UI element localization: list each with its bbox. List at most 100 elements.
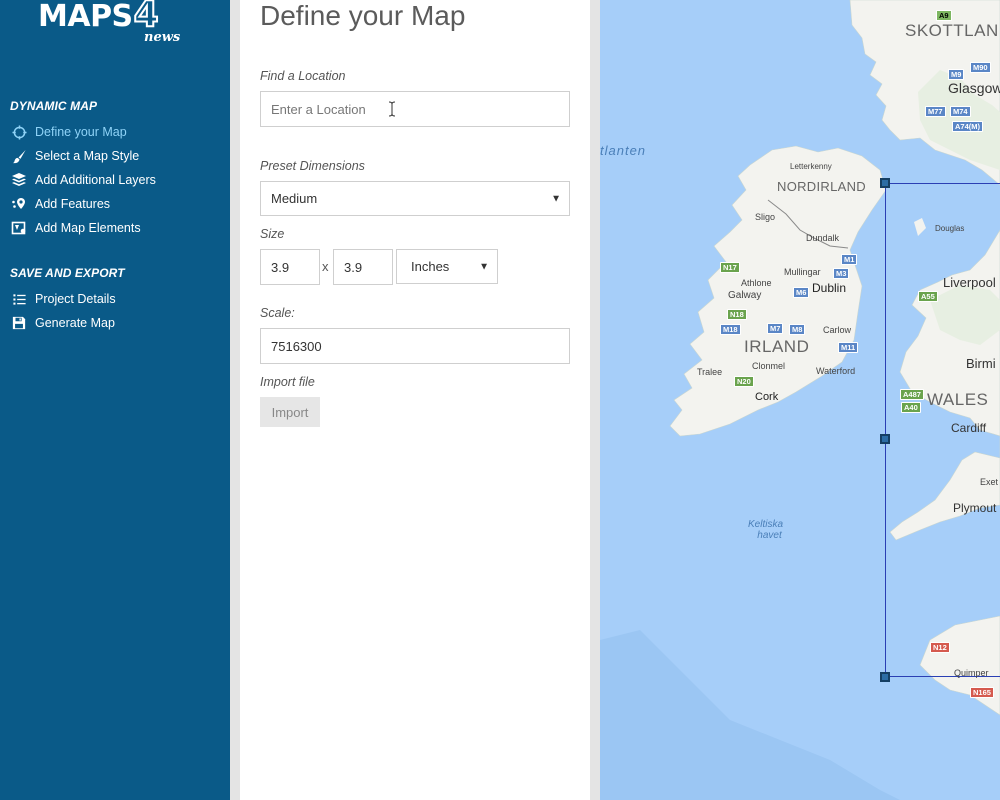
road-shield: M8: [789, 324, 806, 335]
unit-select[interactable]: Inches ▼: [396, 249, 498, 284]
map-label-dundalk: Dundalk: [806, 233, 840, 243]
nav-project-details[interactable]: Project Details: [10, 289, 225, 309]
location-search-input[interactable]: Enter a Location: [260, 91, 570, 127]
height-value: 3.9: [344, 259, 363, 275]
road-shield: M77: [925, 106, 946, 117]
height-input[interactable]: 3.9: [333, 249, 393, 285]
preset-dimensions-label: Preset Dimensions: [260, 159, 365, 173]
nav-add-map-elements[interactable]: Add Map Elements: [10, 218, 225, 238]
selection-handle-left[interactable]: [880, 434, 890, 444]
map-label-exeter: Exet: [980, 477, 999, 487]
road-shield: M90: [970, 62, 991, 73]
road-shield: A487: [900, 389, 924, 400]
road-shield: A9: [936, 10, 952, 21]
road-shield: N12: [930, 642, 950, 653]
width-input[interactable]: 3.9: [260, 249, 320, 285]
pin-icon: [10, 195, 28, 213]
map-label-cork: Cork: [755, 391, 779, 403]
section-title-dynamic-map: DYNAMIC MAP: [10, 99, 98, 113]
road-shield: M74: [950, 106, 971, 117]
scale-value: 7516300: [271, 338, 322, 354]
nav-label: Add Features: [35, 197, 111, 211]
map-label-atlanten: tlanten: [600, 143, 647, 158]
road-shield: A55: [918, 291, 938, 302]
map-label-waterford: Waterford: [816, 366, 856, 376]
nav-add-additional-layers[interactable]: Add Additional Layers: [10, 170, 225, 190]
map-label-wales: WALES: [927, 390, 989, 409]
map-canvas[interactable]: SKOTTLAN tlanten Letterkenny NORDIRLAND …: [600, 0, 1000, 800]
nav-label: Add Additional Layers: [35, 173, 156, 187]
unit-value: Inches: [411, 259, 450, 274]
preset-value: Medium: [271, 191, 318, 206]
nav-select-map-style[interactable]: Select a Map Style: [10, 146, 225, 166]
road-shield: A40: [901, 402, 921, 413]
map-label-dublin: Dublin: [812, 281, 847, 295]
road-shield: M6: [793, 287, 810, 298]
layers-icon: [10, 171, 28, 189]
road-shield: M9: [948, 69, 965, 80]
dropdown-arrow-icon: ▼: [551, 193, 561, 204]
road-shield: M11: [838, 342, 859, 353]
map-label-galway: Galway: [728, 290, 762, 301]
brush-icon: [10, 147, 28, 165]
map-label-nordirland: NORDIRLAND: [777, 179, 866, 194]
road-shield: M1: [841, 254, 858, 265]
nav-generate-map[interactable]: Generate Map: [10, 313, 225, 333]
logo-text: MAPS: [38, 0, 133, 34]
maps4news-logo[interactable]: MAPS4 news: [38, 0, 180, 46]
map-label-sligo: Sligo: [755, 212, 776, 222]
sea-label-line2: havet: [757, 530, 782, 541]
find-location-label: Find a Location: [260, 69, 346, 83]
preset-dimensions-select[interactable]: Medium ▼: [260, 181, 570, 216]
dropdown-arrow-icon: ▼: [479, 261, 489, 272]
map-label-plymouth: Plymout: [953, 501, 997, 515]
nav-label: Project Details: [35, 292, 116, 306]
road-shield: M7: [767, 323, 784, 334]
scale-input[interactable]: 7516300: [260, 328, 570, 364]
sidebar: MAPS4 news DYNAMIC MAP Define your Map S…: [0, 0, 230, 800]
road-shield: N18: [727, 309, 747, 320]
nav-label: Add Map Elements: [35, 221, 141, 235]
map-label-quimper: Quimper: [954, 668, 989, 678]
text-cursor-icon: [388, 101, 396, 117]
nav-define-your-map[interactable]: Define your Map: [10, 122, 225, 142]
save-icon: [10, 314, 28, 332]
map-label-glasgow: Glasgow: [948, 80, 1000, 96]
road-shield: N17: [720, 262, 740, 273]
map-label-douglas: Douglas: [935, 224, 965, 233]
size-label: Size: [260, 227, 285, 241]
map-label-clonmel: Clonmel: [752, 361, 786, 371]
nav-label: Select a Map Style: [35, 149, 140, 163]
road-shield: M18: [720, 324, 741, 335]
map-label-athlone: Athlone: [741, 278, 772, 288]
map-label-cardiff: Cardiff: [951, 421, 987, 435]
list-icon: [10, 290, 28, 308]
map-label-liverpool: Liverpool: [943, 275, 996, 290]
crosshair-icon: [10, 123, 28, 141]
map-elements-icon: [10, 219, 28, 237]
nav-label: Generate Map: [35, 316, 115, 330]
selection-handle-top[interactable]: [880, 178, 890, 188]
map-label-letterkenny: Letterkenny: [790, 162, 832, 171]
road-shield: N165: [970, 687, 994, 698]
map-label-irland: IRLAND: [744, 337, 810, 356]
map-label-carlow: Carlow: [823, 325, 852, 335]
sea-label-line1: Keltiska: [748, 519, 784, 530]
road-shield: M3: [833, 268, 850, 279]
map-label-skotland: SKOTTLAN: [905, 21, 999, 40]
scale-label: Scale:: [260, 306, 295, 320]
road-shield: N20: [734, 376, 754, 387]
page-title: Define your Map: [260, 0, 466, 31]
map-label-keltiska-havet: Keltiska havet: [748, 519, 783, 541]
nav-label: Define your Map: [35, 125, 127, 139]
location-placeholder: Enter a Location: [271, 101, 366, 117]
nav-add-features[interactable]: Add Features: [10, 194, 225, 214]
import-file-label: Import file: [260, 375, 315, 389]
map-label-tralee: Tralee: [697, 367, 723, 377]
road-shield: A74(M): [952, 121, 984, 132]
width-value: 3.9: [271, 259, 290, 275]
map-label-birmingham: Birmi: [966, 356, 996, 371]
selection-handle-bottom[interactable]: [880, 672, 890, 682]
section-title-save-and-export: SAVE AND EXPORT: [10, 266, 125, 280]
import-button[interactable]: Import: [260, 397, 320, 427]
